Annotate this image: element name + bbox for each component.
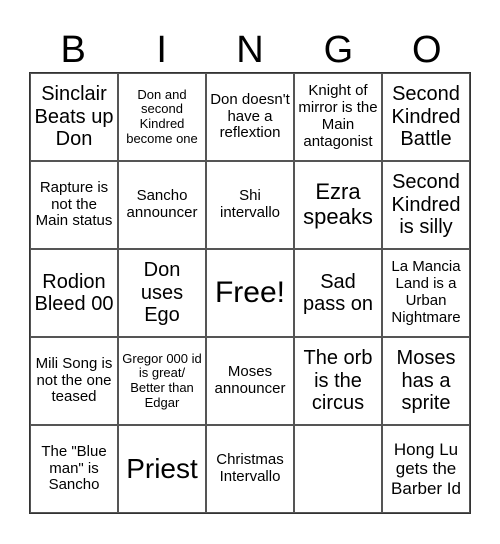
bingo-cell[interactable]: Sinclair Beats up Don [30, 73, 118, 161]
bingo-cell[interactable]: Don doesn't have a reflextion [206, 73, 294, 161]
bingo-cell[interactable]: Hong Lu gets the Barber Id [382, 425, 470, 513]
header-letter-i: I [156, 29, 167, 71]
bingo-cell[interactable]: The orb is the circus [294, 337, 382, 425]
bingo-cell[interactable]: Second Kindred Battle [382, 73, 470, 161]
bingo-cell[interactable]: Don uses Ego [118, 249, 206, 337]
bingo-cell[interactable]: Shi intervallo [206, 161, 294, 249]
header-letter-g: G [323, 29, 354, 71]
bingo-cell[interactable]: La Mancia Land is a Urban Nightmare [382, 249, 470, 337]
header-letter-o: O [412, 29, 442, 71]
bingo-cell[interactable]: Knight of mirror is the Main antagonist [294, 73, 382, 161]
bingo-grid: Sinclair Beats up Don Don and second Kin… [29, 72, 471, 514]
bingo-cell[interactable]: The "Blue man" is Sancho [30, 425, 118, 513]
bingo-cell[interactable]: Christmas Intervallo [206, 425, 294, 513]
header-letter-b: B [60, 29, 86, 71]
bingo-cell[interactable]: Priest [118, 425, 206, 513]
bingo-cell[interactable]: Mili Song is not the one teased [30, 337, 118, 425]
bingo-cell[interactable]: Rapture is not the Main status [30, 161, 118, 249]
bingo-cell-empty[interactable] [294, 425, 382, 513]
free-space[interactable]: Free! [206, 249, 294, 337]
bingo-header: B I N G O [29, 28, 471, 72]
bingo-cell[interactable]: Gregor 000 id is great/ Better than Edga… [118, 337, 206, 425]
bingo-cell[interactable]: Second Kindred is silly [382, 161, 470, 249]
bingo-cell[interactable]: Sad pass on [294, 249, 382, 337]
bingo-cell[interactable]: Ezra speaks [294, 161, 382, 249]
bingo-cell[interactable]: Moses has a sprite [382, 337, 470, 425]
bingo-cell[interactable]: Don and second Kindred become one [118, 73, 206, 161]
bingo-cell[interactable]: Moses announcer [206, 337, 294, 425]
bingo-cell[interactable]: Sancho announcer [118, 161, 206, 249]
bingo-cell[interactable]: Rodion Bleed 00 [30, 249, 118, 337]
header-letter-n: N [236, 29, 264, 71]
